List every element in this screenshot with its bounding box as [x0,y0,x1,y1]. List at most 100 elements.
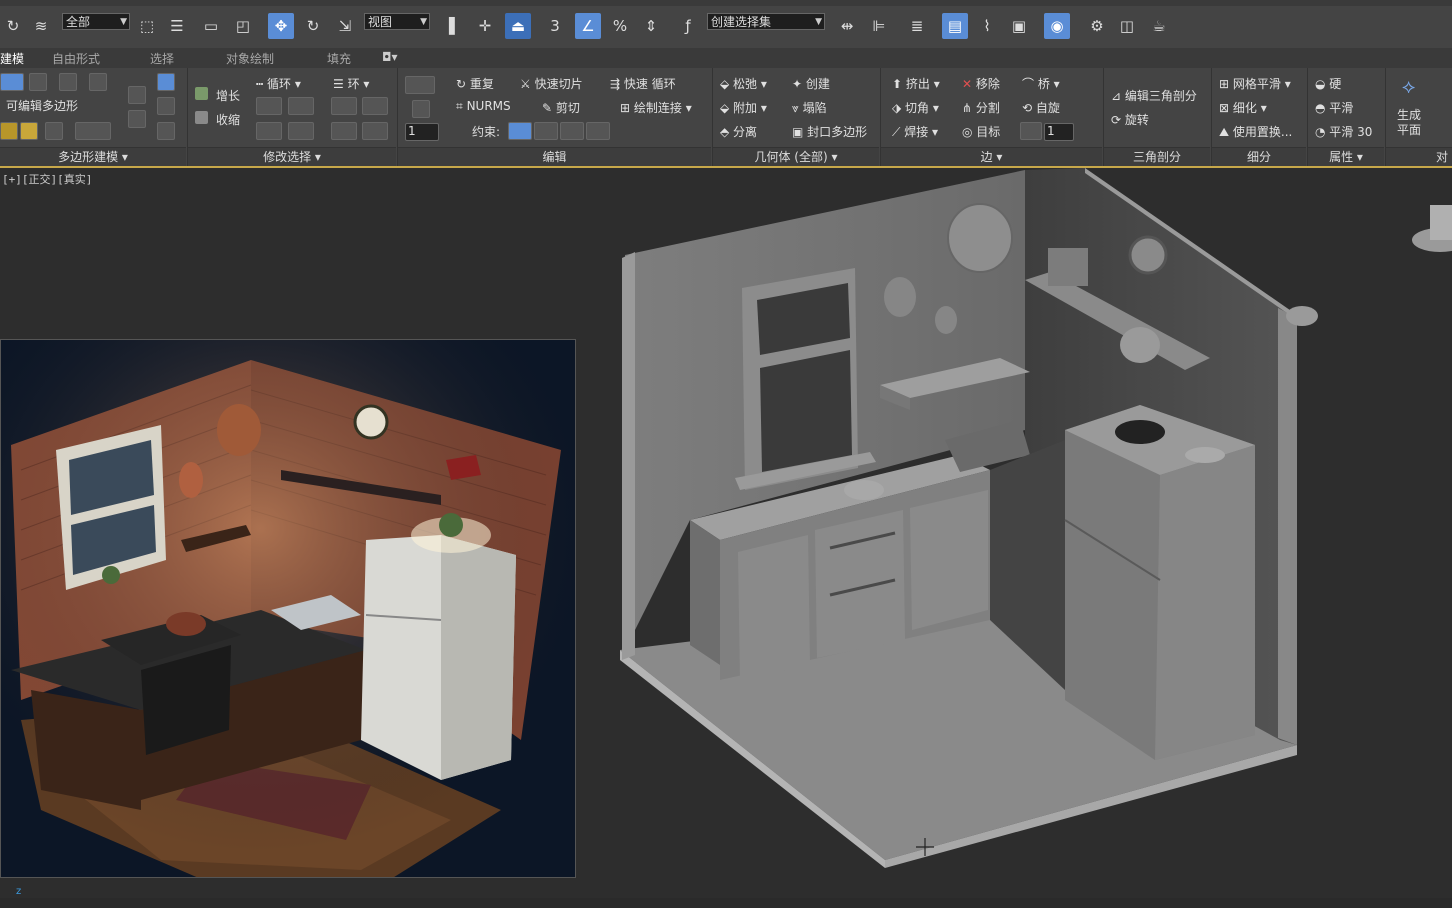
smooth30-button[interactable]: ◔ 平滑 30 [1315,123,1372,140]
loop-shrink-icon[interactable] [288,97,314,115]
smooth-button[interactable]: ◓ 平滑 [1315,99,1353,116]
undo-icon[interactable]: ↻ [0,13,26,39]
snap-toggle-icon[interactable]: 3 [542,13,568,39]
triangulation-footer[interactable]: 三角剖分 [1104,147,1210,167]
edit-named-sel-icon[interactable]: ƒ [675,13,701,39]
angle-snap-icon[interactable]: ∠ [575,13,601,39]
weld-button[interactable]: ⟋ 焊接 ▾ [892,123,938,140]
edge-mode-icon[interactable] [29,73,47,91]
paint-connect-button[interactable]: ⊞ 绘制连接 ▾ [620,99,692,116]
window-crossing-icon[interactable]: ◰ [230,13,256,39]
make-planar-button[interactable]: 生成平面 [1397,108,1423,138]
preserve-uv-edit-icon[interactable] [405,76,435,94]
material-editor-icon[interactable]: ◉ [1044,13,1070,39]
viewport-label[interactable]: [+][正交][真实] [2,171,92,187]
extrude-button[interactable]: ⬆ 挤出 ▾ [892,75,940,92]
turn-button[interactable]: ⟳ 旋转 [1111,111,1149,128]
ring-dropdown[interactable]: ☰ 环 ▾ [333,75,369,92]
modify-selection-footer[interactable]: 修改选择 ▾ [188,147,396,167]
subdivision-footer[interactable]: 细分 [1212,147,1306,167]
loop-mode-icon[interactable] [256,122,282,140]
ring-mode-icon[interactable] [331,122,357,140]
show-end-result-icon[interactable] [75,122,111,140]
chamfer-button[interactable]: ⬗ 切角 ▾ [892,99,939,116]
meshsmooth-button[interactable]: ⊞ 网格平滑 ▾ [1219,75,1291,92]
rect-selection-icon[interactable]: ▭ [198,13,224,39]
render-setup-icon[interactable]: ⚙ [1084,13,1110,39]
pivot-center-icon[interactable]: ▐ [436,13,462,39]
stack-mode-icon[interactable] [20,122,38,140]
split-button[interactable]: ⋔ 分割 [962,99,1000,116]
tweak-icon[interactable] [412,100,430,118]
bind-icon[interactable]: ≋ [28,13,54,39]
render-teapot-icon[interactable]: ☕ [1146,13,1172,39]
ring-lines-icon[interactable] [362,122,388,140]
ring-grow-icon[interactable] [331,97,357,115]
relax-button[interactable]: ⬙ 松弛 ▾ [720,75,767,92]
weld-settings-icon[interactable] [1020,122,1042,140]
curve-editor-icon[interactable]: ⌇ [974,13,1000,39]
scale-icon[interactable]: ⇲ [332,13,358,39]
select-object-icon[interactable]: ⬚ [134,13,160,39]
constraint-edge-icon[interactable] [534,122,558,140]
create-button[interactable]: ✦ 创建 [792,75,830,92]
hard-button[interactable]: ◒ 硬 [1315,75,1341,92]
kitchen-3d-model[interactable] [600,168,1452,868]
spin-button[interactable]: ⟲ 自旋 [1022,99,1060,116]
render-frame-icon[interactable]: ◫ [1114,13,1140,39]
loop-dots-icon[interactable] [288,122,314,140]
modifier-list-icon[interactable] [45,122,63,140]
element-mode-icon[interactable] [0,122,18,140]
target-weld-button[interactable]: ◎ 目标 [962,123,1000,140]
use-displace-button[interactable]: ⛰ 使用置换... [1219,123,1292,140]
align-footer[interactable]: 对 [1386,147,1452,166]
properties-footer[interactable]: 属性 ▾ [1308,147,1384,167]
constraint-normal-icon[interactable] [586,122,610,140]
bridge-button[interactable]: ⌒ 桥 ▾ [1022,75,1060,92]
tab-selection[interactable]: 选择 [150,50,174,67]
tab-freeform[interactable]: 自由形式 [52,50,100,67]
ring-shrink-icon[interactable] [362,97,388,115]
keyboard-shortcut-icon[interactable]: ⏏ [505,13,531,39]
cap-poly-button[interactable]: ▣ 封口多边形 [792,123,867,140]
edges-spinner[interactable]: 1 [1044,123,1074,141]
grow-button[interactable]: 增长 [216,87,240,104]
swiftloop-button[interactable]: ⇶ 快速 循环 [610,75,676,92]
named-selection-dropdown[interactable]: 创建选择集 ▼ [707,13,825,30]
attach-button[interactable]: ⬙ 附加 ▾ [720,99,767,116]
loop-dropdown[interactable]: ┅ 循环 ▾ [256,75,301,92]
ignore-backface-icon[interactable] [128,110,146,128]
schematic-view-icon[interactable]: ▣ [1006,13,1032,39]
polygon-mode-icon[interactable] [89,73,107,91]
cut-button[interactable]: ✎ 剪切 [542,99,580,116]
percent-snap-icon[interactable]: % [607,13,633,39]
loop-grow-icon[interactable] [256,97,282,115]
edit-spinner[interactable]: 1 [405,123,439,141]
align-icon[interactable]: ⊫ [866,13,892,39]
select-by-name-icon[interactable]: ☰ [164,13,190,39]
repeat-button[interactable]: ↻ 重复 [456,75,494,92]
reference-coord-dropdown[interactable]: 视图 ▼ [364,13,430,30]
tab-object-paint[interactable]: 对象绘制 [226,50,274,67]
edit-triangulation-button[interactable]: ⊿ 编辑三角剖分 [1111,87,1197,104]
spinner-snap-icon[interactable]: ⇕ [638,13,664,39]
nurms-button[interactable]: ⌗ NURMS [456,99,511,114]
vertex-mode-icon[interactable] [0,73,24,91]
by-vertex-icon[interactable] [157,73,175,91]
edges-footer[interactable]: 边 ▾ [881,147,1102,167]
shrink-button[interactable]: 收缩 [216,111,240,128]
by-angle-icon[interactable] [157,97,175,115]
border-mode-icon[interactable] [59,73,77,91]
constraint-face-icon[interactable] [560,122,584,140]
collapse-button[interactable]: ⩔ 塌陷 [792,99,827,116]
tab-modeling[interactable]: 建模 [0,50,24,67]
move-icon[interactable]: ✥ [268,13,294,39]
rotate-icon[interactable]: ↻ [300,13,326,39]
geometry-footer[interactable]: 几何体 (全部) ▾ [713,147,879,167]
pivot-poly-icon[interactable] [157,122,175,140]
constraint-none-icon[interactable] [508,122,532,140]
edit-footer[interactable]: 编辑 [398,147,711,167]
tab-populate[interactable]: 填充 [327,50,351,67]
selection-filter-dropdown[interactable]: 全部 ▼ [62,13,130,30]
preserve-uv-icon[interactable] [128,86,146,104]
